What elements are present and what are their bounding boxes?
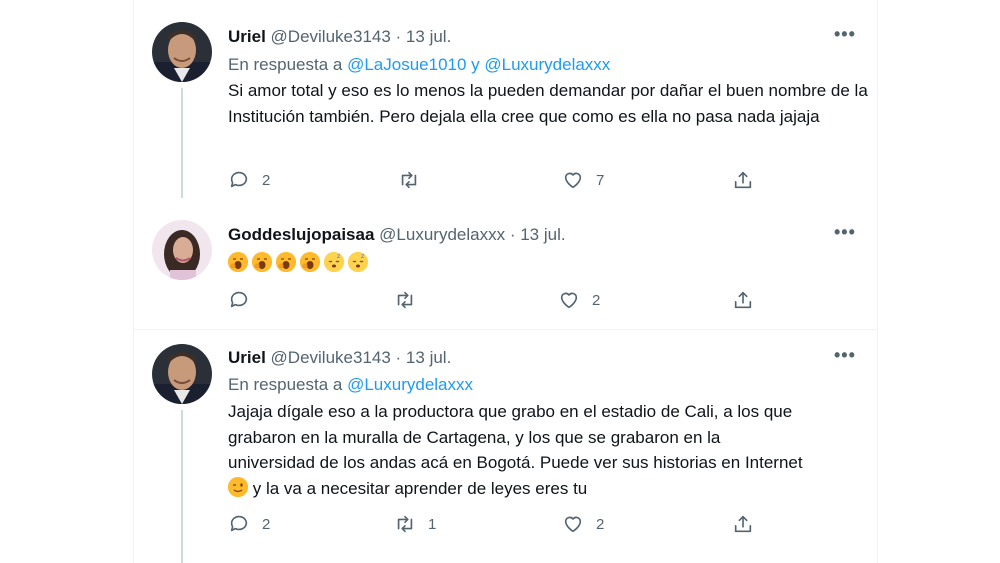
yawning-face-icon: [228, 252, 248, 272]
thread-connector: [181, 88, 183, 198]
tweet-header: Goddeslujopaisaa @Luxurydelaxxx · 13 jul…: [228, 225, 566, 245]
yawning-face-icon: [276, 252, 296, 272]
retweet-button[interactable]: 1: [394, 513, 436, 535]
tweet-text: Jajaja dígale eso a la productora que gr…: [228, 399, 868, 501]
like-count: 7: [596, 171, 605, 189]
tweet-text-line: y la va a necesitar aprender de leyes er…: [252, 478, 588, 498]
tweet-date[interactable]: · 13 jul.: [396, 27, 452, 46]
reply-prefix: En respuesta a: [228, 375, 343, 394]
avatar[interactable]: [152, 220, 212, 280]
retweet-button[interactable]: [394, 289, 428, 311]
display-name[interactable]: Uriel: [228, 27, 266, 46]
like-count: 2: [596, 515, 605, 533]
user-handle[interactable]: @Luxurydelaxxx: [379, 225, 505, 244]
reply-icon: [230, 515, 248, 532]
tweet-text-line: grabaron en la muralla de Cartagena, y l…: [228, 427, 721, 447]
heart-icon: [564, 516, 582, 533]
reply-context: En respuesta a @Luxurydelaxxx: [228, 375, 473, 395]
display-name[interactable]: Goddeslujopaisaa: [228, 225, 374, 244]
retweet-icon: [397, 291, 413, 309]
retweet-button[interactable]: [398, 169, 432, 191]
tweet-header: Uriel @Deviluke3143 · 13 jul.: [228, 348, 451, 368]
reply-count: 2: [262, 515, 271, 533]
user-handle[interactable]: @Deviluke3143: [271, 348, 391, 367]
share-button[interactable]: [732, 289, 754, 311]
heart-icon: [560, 292, 578, 309]
yawning-face-icon: [300, 252, 320, 272]
like-button[interactable]: 2: [562, 513, 604, 535]
sleeping-face-icon: z: [348, 252, 368, 272]
reply-mentions[interactable]: @Luxurydelaxxx: [347, 375, 473, 394]
tweet-divider: [133, 329, 878, 330]
reply-button[interactable]: 2: [228, 513, 270, 535]
retweet-count: 1: [428, 515, 437, 533]
share-icon: [734, 515, 752, 533]
like-button[interactable]: 7: [562, 169, 604, 191]
avatar[interactable]: [152, 344, 212, 404]
tweet-text-line: universidad de los andas acá en Bogotá. …: [228, 453, 803, 472]
winking-face-icon: [228, 476, 248, 497]
share-icon: [734, 171, 752, 189]
reply-count: 2: [262, 171, 271, 189]
user-handle[interactable]: @Deviluke3143: [271, 27, 391, 46]
tweet-emoji-text: z z: [228, 252, 368, 272]
svg-text:z: z: [361, 253, 364, 260]
reply-mentions[interactable]: @LaJosue1010 y @Luxurydelaxxx: [347, 55, 610, 74]
avatar[interactable]: [152, 22, 212, 82]
reply-button[interactable]: 2: [228, 169, 270, 191]
like-button[interactable]: 2: [558, 289, 600, 311]
share-button[interactable]: [732, 513, 754, 535]
sleeping-face-icon: z: [324, 252, 344, 272]
tweet-date[interactable]: · 13 jul.: [510, 225, 566, 244]
tweet-text-line: Jajaja dígale eso a la productora que gr…: [228, 402, 793, 421]
tweet-actions: 2 7: [228, 169, 768, 193]
more-options-icon[interactable]: •••: [834, 24, 856, 45]
svg-text:z: z: [337, 253, 340, 260]
share-button[interactable]: [732, 169, 754, 191]
reply-icon: [230, 291, 248, 308]
like-count: 2: [592, 291, 601, 309]
tweet-actions: 2: [228, 289, 768, 313]
retweet-icon: [401, 171, 417, 189]
more-options-icon[interactable]: •••: [834, 345, 856, 366]
tweet-actions: 2 1 2: [228, 513, 768, 537]
tweet-date[interactable]: · 13 jul.: [396, 348, 452, 367]
reply-icon: [230, 171, 248, 188]
thread-connector: [181, 410, 183, 563]
tweet-text: Si amor total y eso es lo menos la puede…: [228, 81, 868, 126]
display-name[interactable]: Uriel: [228, 348, 266, 367]
reply-button[interactable]: [228, 289, 262, 311]
reply-prefix: En respuesta a: [228, 55, 343, 74]
share-icon: [734, 291, 752, 309]
heart-icon: [564, 172, 582, 189]
tweet-header: Uriel @Deviluke3143 · 13 jul.: [228, 27, 451, 47]
more-options-icon[interactable]: •••: [834, 222, 856, 243]
retweet-icon: [397, 515, 413, 533]
yawning-face-icon: [252, 252, 272, 272]
reply-context: En respuesta a @LaJosue1010 y @Luxurydel…: [228, 55, 610, 75]
